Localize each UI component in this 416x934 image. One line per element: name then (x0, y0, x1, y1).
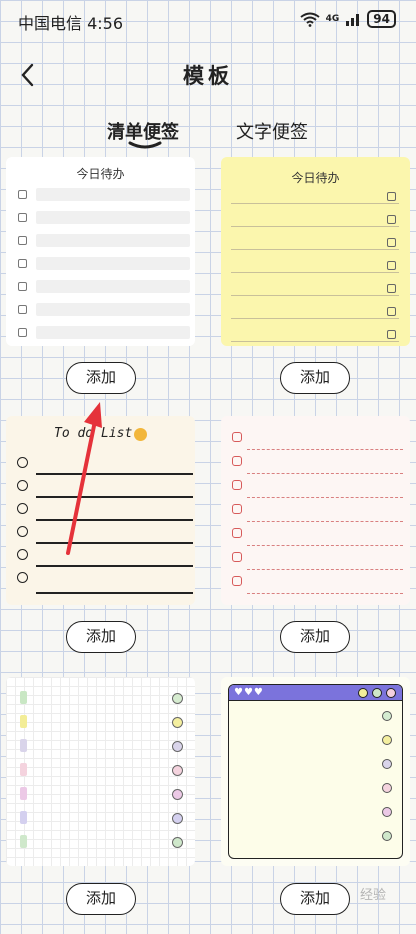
add-button-card-2[interactable]: 添加 (280, 362, 350, 394)
template-card-window-todo[interactable]: ♥♥♥ (221, 677, 410, 866)
window-title-bar: ♥♥♥ (229, 685, 402, 701)
checkbox-icon (232, 504, 242, 514)
checkbox-icon (232, 456, 242, 466)
signal-icon (346, 14, 360, 26)
circle-checkbox-icon (382, 759, 392, 769)
window-control-icon (358, 688, 368, 698)
checkbox-icon (232, 528, 242, 538)
circle-checkbox-icon (172, 741, 183, 752)
add-button-card-6[interactable]: 添加 (280, 883, 350, 915)
checkbox-icon (232, 432, 242, 442)
circle-checkbox-icon (382, 807, 392, 817)
circle-checkbox-icon (172, 693, 183, 704)
card-title: 今日待办 (291, 171, 340, 185)
template-card-plain-todo[interactable]: 今日待办 (6, 157, 195, 346)
checkbox-icon (387, 330, 396, 339)
circle-checkbox-icon (17, 572, 28, 583)
checkbox-icon (232, 576, 242, 586)
network-type: 4G (325, 14, 340, 24)
template-card-yellow-todo[interactable]: 今日待办 (221, 157, 410, 346)
template-card-grid-todo[interactable] (6, 677, 195, 866)
card-title: 今日待办 (76, 167, 125, 181)
window-frame: ♥♥♥ (228, 684, 403, 859)
red-arrow-annotation-icon (66, 402, 102, 555)
circle-checkbox-icon (17, 549, 28, 560)
circle-checkbox-icon (17, 503, 28, 514)
tab-active-underline (128, 141, 162, 149)
circle-checkbox-icon (382, 735, 392, 745)
checkbox-icon (387, 192, 396, 201)
add-button-card-4[interactable]: 添加 (280, 621, 350, 653)
smiley-icon (134, 428, 147, 441)
list-item (18, 326, 190, 339)
circle-checkbox-icon (172, 717, 183, 728)
circle-checkbox-icon (172, 837, 183, 848)
circle-checkbox-icon (172, 789, 183, 800)
checkbox-icon (387, 215, 396, 224)
circle-checkbox-icon (382, 831, 392, 841)
list-item (18, 211, 190, 224)
battery-level: 94 (367, 10, 396, 28)
template-card-dashed-todo[interactable] (221, 416, 410, 605)
template-tabs: 清单便签 文字便签 (0, 118, 416, 158)
carrier-time: 中国电信 4:56 (18, 14, 124, 33)
header: 模板 (0, 56, 416, 96)
add-button-card-5[interactable]: 添加 (66, 883, 136, 915)
status-icons: 4G 94 (300, 10, 396, 28)
list-item (18, 257, 190, 270)
circle-checkbox-icon (17, 457, 28, 468)
circle-checkbox-icon (172, 765, 183, 776)
checkbox-icon (387, 261, 396, 270)
checkbox-icon (232, 552, 242, 562)
watermark: 经验 (359, 888, 386, 903)
list-item (18, 303, 190, 316)
list-item (18, 234, 190, 247)
circle-checkbox-icon (172, 813, 183, 824)
add-button-card-3[interactable]: 添加 (66, 621, 136, 653)
checkbox-icon (387, 238, 396, 247)
wifi-icon (300, 12, 320, 27)
tab-text-note[interactable]: 文字便签 (236, 118, 308, 144)
checkbox-icon (232, 480, 242, 490)
window-control-icon (386, 688, 396, 698)
circle-checkbox-icon (17, 480, 28, 491)
window-control-icon (372, 688, 382, 698)
circle-checkbox-icon (382, 711, 392, 721)
list-item (18, 280, 190, 293)
circle-checkbox-icon (382, 783, 392, 793)
list-item (18, 188, 190, 201)
page-title: 模板 (183, 64, 233, 88)
circle-checkbox-icon (17, 526, 28, 537)
hearts-icon: ♥♥♥ (234, 687, 264, 698)
status-bar: 中国电信 4:56 4G 94 (0, 0, 416, 40)
add-button-card-1[interactable]: 添加 (66, 362, 136, 394)
checkbox-icon (387, 284, 396, 293)
checkbox-icon (387, 307, 396, 316)
